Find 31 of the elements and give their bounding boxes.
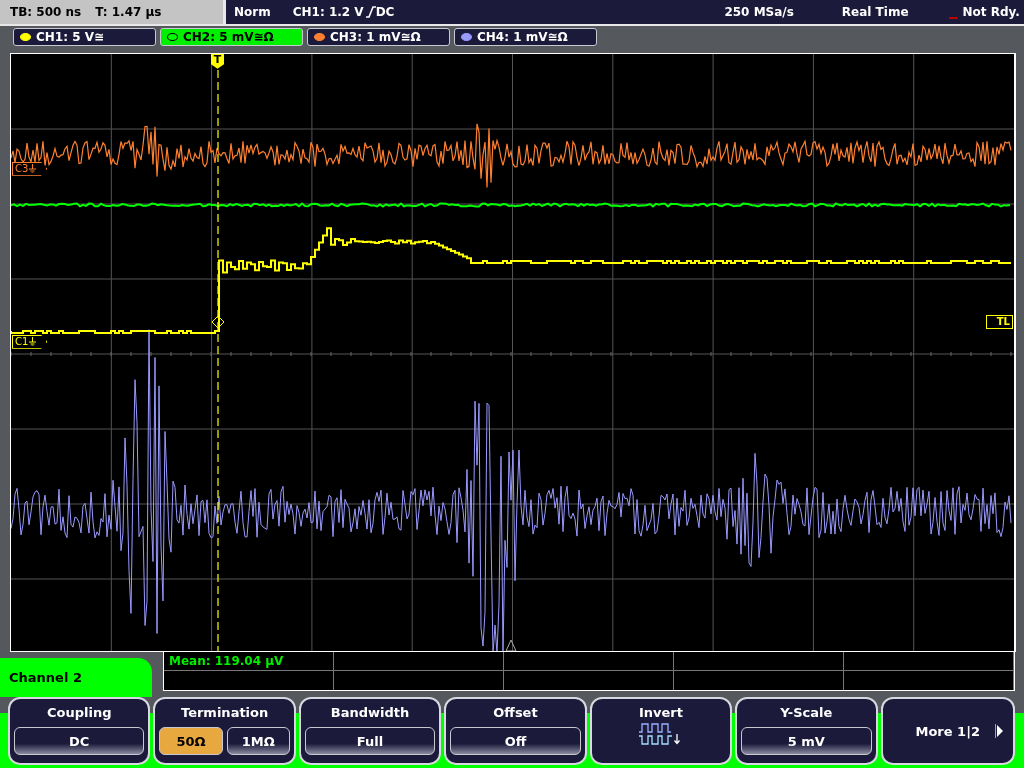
- more-softkey[interactable]: More 1|2: [880, 697, 1015, 765]
- trigger-mode: Norm: [234, 4, 271, 19]
- trigger-coupling: DC: [375, 4, 395, 19]
- trigger-time-readout: T: 1.47 µs: [95, 4, 162, 19]
- trigger-source: CH1: 1.2 V: [292, 4, 364, 19]
- channel-marker[interactable]: C1: [12, 334, 48, 349]
- timebase-readout: TB: 500 ns: [10, 4, 82, 19]
- channel-marker[interactable]: C3: [12, 161, 48, 176]
- softkey[interactable]: Invert: [589, 697, 733, 765]
- channel-tab[interactable]: CH2: 5 mV≅Ω: [160, 27, 303, 46]
- trigger-level-marker[interactable]: TL: [985, 314, 1013, 329]
- sample-rate: 250 MSa/s: [724, 4, 794, 19]
- channel-tab[interactable]: CH4: 1 mV≅Ω: [454, 27, 597, 46]
- acquisition-mode: Real Time: [841, 4, 909, 19]
- option-button[interactable]: 1MΩ: [226, 727, 290, 755]
- option-button[interactable]: 50Ω: [159, 727, 223, 755]
- value-button[interactable]: Off: [450, 727, 581, 755]
- value-button[interactable]: DC: [14, 727, 145, 755]
- acquisition-state: Not Rdy.: [962, 4, 1020, 19]
- channel-tab[interactable]: CH3: 1 mV≅Ω: [307, 27, 450, 46]
- softkey[interactable]: Y-Scale 5 mV: [735, 697, 878, 765]
- value-button[interactable]: Full: [304, 727, 436, 755]
- channel-tab[interactable]: CH1: 5 V≅: [13, 27, 156, 46]
- softkey[interactable]: Coupling DC: [8, 697, 151, 765]
- softkey[interactable]: Termination 50Ω 1MΩ: [153, 697, 296, 765]
- menu-title: Channel 2: [0, 658, 152, 697]
- value-button[interactable]: 5 mV: [741, 727, 872, 755]
- softkey[interactable]: Bandwidth Full: [298, 697, 442, 765]
- trigger-marker[interactable]: T: [211, 53, 224, 69]
- measurement-result: Mean: 119.04 µV: [168, 653, 285, 670]
- softkey[interactable]: Offset Off: [444, 697, 587, 765]
